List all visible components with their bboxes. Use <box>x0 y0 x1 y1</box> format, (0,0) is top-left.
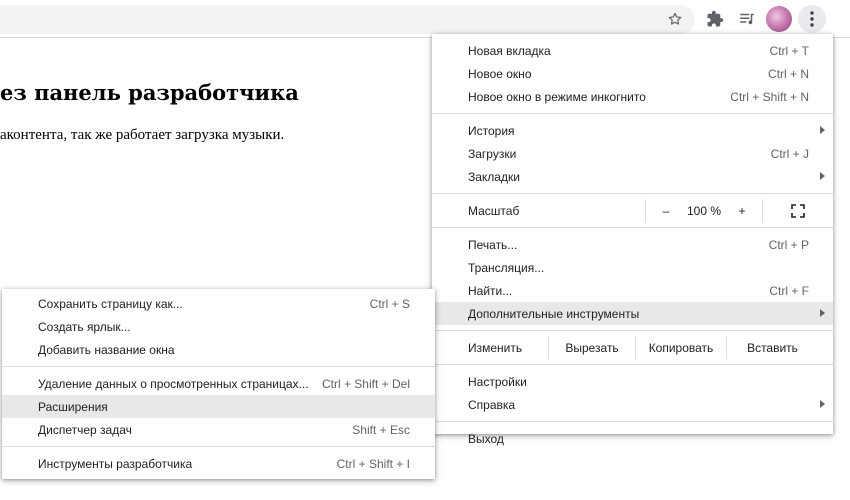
menu-item-print[interactable]: Печать... Ctrl + P <box>432 233 833 256</box>
puzzle-icon[interactable] <box>702 6 728 32</box>
cut-button[interactable]: Вырезать <box>548 336 635 359</box>
menu-item-label: Создать ярлык... <box>38 319 131 334</box>
menu-zoom-row: Масштаб – 100 % + <box>432 199 833 222</box>
zoom-label: Масштаб <box>468 203 520 218</box>
zoom-out-button[interactable]: – <box>646 204 686 218</box>
zoom-value: 100 % <box>686 203 722 218</box>
menu-item-new-tab[interactable]: Новая вкладка Ctrl + T <box>432 39 833 62</box>
menu-item-label: Дополнительные инструменты <box>468 306 640 321</box>
menu-item-downloads[interactable]: Загрузки Ctrl + J <box>432 142 833 165</box>
page-paragraph: аконтента, так же работает загрузка музы… <box>0 127 285 143</box>
menu-item-shortcut: Shift + Esc <box>352 422 410 437</box>
submenu-arrow-icon <box>820 172 825 180</box>
address-bar[interactable] <box>0 5 695 34</box>
fullscreen-icon[interactable] <box>762 199 833 222</box>
page-heading: ез панель разработчика <box>0 80 299 105</box>
menu-item-label: Инструменты разработчика <box>38 456 193 471</box>
menu-item-exit[interactable]: Выход <box>432 427 833 450</box>
menu-item-name-window[interactable]: Добавить название окна <box>2 338 435 361</box>
menu-separator <box>2 446 435 447</box>
zoom-in-button[interactable]: + <box>722 204 762 218</box>
menu-item-more-tools[interactable]: Дополнительные инструменты <box>432 302 833 325</box>
menu-item-label: История <box>468 123 515 138</box>
submenu-arrow-icon <box>820 126 825 134</box>
menu-item-cast[interactable]: Трансляция... <box>432 256 833 279</box>
menu-item-incognito[interactable]: Новое окно в режиме инкогнито Ctrl + Shi… <box>432 85 833 108</box>
menu-item-shortcut: Ctrl + T <box>769 43 809 58</box>
copy-button[interactable]: Копировать <box>635 336 726 359</box>
menu-item-label: Справка <box>468 397 516 412</box>
menu-item-help[interactable]: Справка <box>432 393 833 416</box>
menu-item-label: Загрузки <box>468 146 517 161</box>
menu-item-label: Выход <box>468 431 504 446</box>
menu-item-shortcut: Ctrl + P <box>768 237 809 252</box>
menu-item-create-shortcut[interactable]: Создать ярлык... <box>2 315 435 338</box>
menu-item-label: Расширения <box>38 399 108 414</box>
menu-item-label: Новое окно в режиме инкогнито <box>468 89 646 104</box>
menu-item-label: Новая вкладка <box>468 43 551 58</box>
menu-item-label: Добавить название окна <box>38 342 175 357</box>
more-tools-submenu: Сохранить страницу как... Ctrl + S Созда… <box>2 289 435 479</box>
menu-item-new-window[interactable]: Новое окно Ctrl + N <box>432 62 833 85</box>
menu-item-find[interactable]: Найти... Ctrl + F <box>432 279 833 302</box>
menu-item-save-page[interactable]: Сохранить страницу как... Ctrl + S <box>2 292 435 315</box>
menu-item-label: Настройки <box>468 374 527 389</box>
menu-edit-row: Изменить Вырезать Копировать Вставить <box>432 336 833 359</box>
menu-separator <box>432 193 833 194</box>
menu-item-shortcut: Ctrl + Shift + Del <box>321 376 410 391</box>
menu-item-label: Удаление данных о просмотренных страница… <box>38 376 309 391</box>
menu-separator <box>432 227 833 228</box>
menu-separator <box>2 366 435 367</box>
edit-label: Изменить <box>468 340 523 355</box>
star-icon[interactable] <box>662 6 688 32</box>
menu-item-shortcut: Ctrl + Shift + I <box>336 456 410 471</box>
kebab-menu-icon[interactable] <box>798 5 826 33</box>
menu-item-label: Новое окно <box>468 66 532 81</box>
menu-item-settings[interactable]: Настройки <box>432 370 833 393</box>
paste-button[interactable]: Вставить <box>726 336 818 359</box>
zoom-controls: – 100 % + <box>645 199 833 222</box>
menu-item-shortcut: Ctrl + S <box>369 296 410 311</box>
menu-item-dev-tools[interactable]: Инструменты разработчика Ctrl + Shift + … <box>2 452 435 475</box>
menu-item-label: Печать... <box>468 237 518 252</box>
menu-item-label: Сохранить страницу как... <box>38 296 183 311</box>
submenu-arrow-icon <box>820 309 825 317</box>
menu-separator <box>432 421 833 422</box>
menu-item-clear-data[interactable]: Удаление данных о просмотренных страница… <box>2 372 435 395</box>
menu-item-history[interactable]: История <box>432 119 833 142</box>
menu-item-label: Найти... <box>468 283 513 298</box>
menu-separator <box>432 330 833 331</box>
menu-item-shortcut: Ctrl + Shift + N <box>730 89 809 104</box>
browser-toolbar <box>0 0 850 38</box>
submenu-arrow-icon <box>820 400 825 408</box>
menu-item-bookmarks[interactable]: Закладки <box>432 165 833 188</box>
menu-item-label: Диспетчер задач <box>38 422 132 437</box>
avatar[interactable] <box>766 6 792 32</box>
menu-separator <box>432 113 833 114</box>
media-queue-icon[interactable] <box>734 6 760 32</box>
menu-item-label: Закладки <box>468 169 520 184</box>
menu-separator <box>432 364 833 365</box>
menu-item-label: Трансляция... <box>468 260 545 275</box>
menu-item-shortcut: Ctrl + F <box>769 283 809 298</box>
menu-item-task-manager[interactable]: Диспетчер задач Shift + Esc <box>2 418 435 441</box>
menu-item-shortcut: Ctrl + N <box>767 66 809 81</box>
menu-item-extensions[interactable]: Расширения <box>2 395 435 418</box>
menu-item-shortcut: Ctrl + J <box>770 146 809 161</box>
browser-main-menu: Новая вкладка Ctrl + T Новое окно Ctrl +… <box>432 34 833 446</box>
